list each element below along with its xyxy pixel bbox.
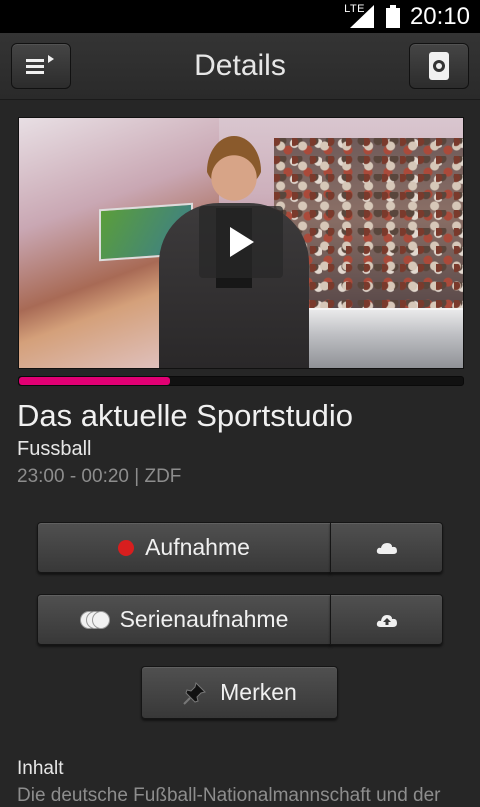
series-group: Serienaufnahme	[37, 594, 443, 646]
play-icon	[230, 227, 254, 257]
record-button[interactable]: Aufnahme	[37, 522, 331, 573]
status-bar: LTE 20:10	[0, 0, 480, 33]
record-icon	[118, 539, 135, 556]
page-title: Details	[194, 49, 286, 82]
pin-icon	[183, 681, 207, 705]
series-label: Serienaufnahme	[119, 606, 289, 632]
bookmark-label: Merken	[220, 679, 297, 705]
record-label: Aufnahme	[145, 534, 250, 560]
remote-button[interactable]	[409, 43, 469, 89]
cloud-upload-icon	[376, 614, 397, 627]
content-text: Die deutsche Fußball-Nationalmannschaft …	[17, 785, 441, 806]
series-record-button[interactable]: Serienaufnahme	[37, 594, 331, 645]
remote-icon	[429, 52, 449, 80]
signal-icon	[350, 5, 374, 28]
video-player[interactable]	[18, 117, 464, 369]
status-time: 20:10	[409, 3, 470, 30]
content-heading: Inhalt	[17, 758, 64, 779]
presenter-head	[207, 136, 261, 206]
program-time-channel: 23:00 - 00:20 | ZDF	[17, 466, 182, 487]
series-icon	[79, 610, 110, 629]
app-header: Details	[0, 33, 480, 100]
battery-icon	[386, 5, 400, 28]
program-title: Das aktuelle Sportstudio	[17, 398, 354, 433]
bookmark-button[interactable]: Merken	[141, 666, 338, 719]
progress-fill	[19, 377, 170, 385]
cloud-series-button[interactable]	[330, 594, 443, 645]
program-genre: Fussball	[17, 438, 92, 460]
playback-progress[interactable]	[18, 376, 464, 386]
play-button[interactable]	[199, 206, 283, 278]
cloud-record-button[interactable]	[330, 522, 443, 573]
cloud-icon	[376, 542, 397, 554]
record-group: Aufnahme	[37, 522, 443, 574]
